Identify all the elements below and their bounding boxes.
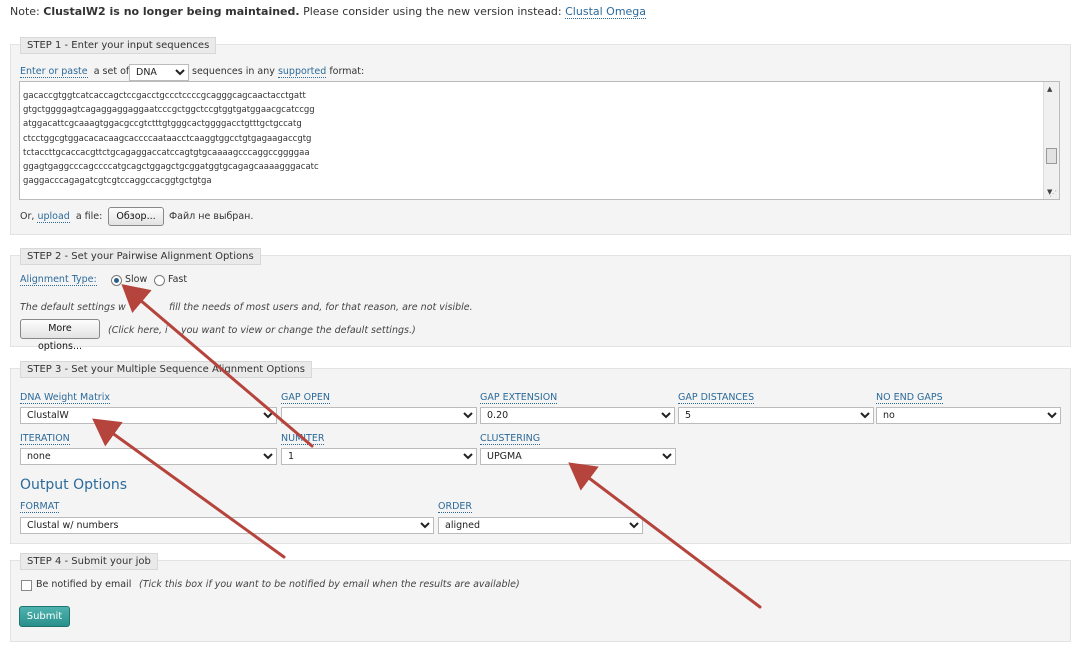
sequence-textarea[interactable]: gacaccgtggtcatcaccagctccgacctgccctccccgc… <box>19 81 1060 200</box>
numiter-select[interactable]: 1 <box>281 448 477 465</box>
notice-prefix: Note: <box>10 5 40 18</box>
notify-email-label: Be notified by email <box>36 579 132 590</box>
step3-legend: STEP 3 - Set your Multiple Sequence Alig… <box>20 361 312 378</box>
sequence-text: gacaccgtggtcatcaccagctccgacctgccctccccgc… <box>20 89 1059 188</box>
order-link[interactable]: ORDER <box>438 501 472 513</box>
step4-legend: STEP 4 - Submit your job <box>20 553 158 570</box>
slow-label: Slow <box>125 274 148 285</box>
iteration-link[interactable]: ITERATION <box>20 433 70 445</box>
gap-open-select[interactable] <box>281 407 477 424</box>
alignment-type-label: Alignment Type: <box>20 274 97 286</box>
upload-link[interactable]: upload <box>37 211 70 223</box>
sequence-scrollbar[interactable]: ▲ ▼ <box>1043 82 1059 199</box>
more-options-button[interactable]: More options... <box>20 319 100 352</box>
iteration-select[interactable]: none <box>20 448 277 465</box>
step1-format-text: sequences in any supported format: <box>192 66 365 78</box>
dna-weight-matrix-link[interactable]: DNA Weight Matrix <box>20 392 110 404</box>
no-file-text: Файл не выбран. <box>169 211 254 222</box>
a-set-of-text: a set of <box>93 66 130 77</box>
enter-or-paste-link[interactable]: Enter or paste <box>20 66 88 78</box>
gap-open-link[interactable]: GAP OPEN <box>281 392 330 404</box>
step4-panel: STEP 4 - Submit your job Be notified by … <box>10 553 1071 642</box>
step1-panel: STEP 1 - Enter your input sequences Ente… <box>10 37 1071 235</box>
output-options-title: Output Options <box>20 477 128 493</box>
step2-panel: STEP 2 - Set your Pairwise Alignment Opt… <box>10 248 1071 352</box>
sequence-line: gtgctggggagtcagaggaggaggaatcccgctggctccg… <box>23 105 315 116</box>
format-select[interactable]: Clustal w/ numbers <box>20 517 434 534</box>
supported-link[interactable]: supported <box>277 66 327 78</box>
format-suffix: format: <box>329 66 365 77</box>
scroll-up-icon[interactable]: ▲ <box>1047 85 1052 93</box>
maintenance-notice: Note: ClustalW2 is no longer being maint… <box>10 5 647 19</box>
step2-legend: STEP 2 - Set your Pairwise Alignment Opt… <box>20 248 261 265</box>
slow-radio[interactable] <box>111 275 122 286</box>
click-here-text-b: you want to view or change the default s… <box>181 325 416 336</box>
step1-legend: STEP 1 - Enter your input sequences <box>20 37 217 54</box>
scroll-thumb[interactable] <box>1046 148 1057 164</box>
clustering-link[interactable]: CLUSTERING <box>480 433 541 445</box>
default-settings-text-a: The default settings w <box>20 302 126 313</box>
upload-row: Or, upload a file: <box>20 211 103 223</box>
dna-weight-matrix-select[interactable]: ClustalW <box>20 407 277 424</box>
step3-panel: STEP 3 - Set your Multiple Sequence Alig… <box>10 361 1071 544</box>
default-settings-text-b: fill the needs of most users and, for th… <box>169 302 473 313</box>
no-end-gaps-link[interactable]: NO END GAPS <box>876 392 943 404</box>
sequence-line: atggacattcgcaaagtggacgccgtctttgtgggcactg… <box>23 119 302 130</box>
click-here-text-a: (Click here, i <box>108 325 168 336</box>
order-select[interactable]: aligned <box>438 517 643 534</box>
notify-email-checkbox[interactable] <box>21 580 32 591</box>
step1-intro: Enter or paste a set of <box>20 66 130 78</box>
sequences-in-text: sequences in any <box>192 66 275 77</box>
clustering-select[interactable]: UPGMA <box>480 448 676 465</box>
no-end-gaps-select[interactable]: no <box>876 407 1061 424</box>
sequence-type-select[interactable]: DNA <box>129 64 189 81</box>
gap-distances-select[interactable]: 5 <box>678 407 874 424</box>
sequence-line: ctcctggcgtggacacacaagcaccccaataacctcaagg… <box>23 133 312 144</box>
notify-email-hint: (Tick this box if you want to be notifie… <box>139 579 520 590</box>
gap-extension-link[interactable]: GAP EXTENSION <box>480 392 558 404</box>
browse-button[interactable]: Обзор... <box>108 207 164 226</box>
submit-button[interactable]: Submit <box>19 606 70 627</box>
sequence-line: ggagtgaggcccagccccatgcagctggagctgcggatgg… <box>23 162 319 173</box>
alignment-type-link[interactable]: Alignment Type: <box>20 274 97 286</box>
sequence-line: tctaccttgcaccacgttctgcagaggaccatccagtgtg… <box>23 147 310 158</box>
fast-label: Fast <box>168 274 188 285</box>
a-file-text: a file: <box>75 211 103 222</box>
gap-extension-select[interactable]: 0.20 <box>480 407 675 424</box>
or-text: Or, <box>20 211 35 222</box>
resize-grip-icon[interactable]: ⋰ <box>1049 189 1057 198</box>
fast-radio[interactable] <box>154 275 165 286</box>
clustal-omega-link[interactable]: Clustal Omega <box>565 5 647 19</box>
format-link[interactable]: FORMAT <box>20 501 60 513</box>
numiter-link[interactable]: NUMITER <box>281 433 325 445</box>
notice-bold: ClustalW2 is no longer being maintained. <box>43 5 300 18</box>
sequence-line: gaggacccagagatcgtcgtccaggccacggtgctgtga <box>23 176 212 187</box>
gap-distances-link[interactable]: GAP DISTANCES <box>678 392 755 404</box>
notice-text: Please consider using the new version in… <box>303 5 562 18</box>
sequence-line: gacaccgtggtcatcaccagctccgacctgccctccccgc… <box>23 91 306 101</box>
